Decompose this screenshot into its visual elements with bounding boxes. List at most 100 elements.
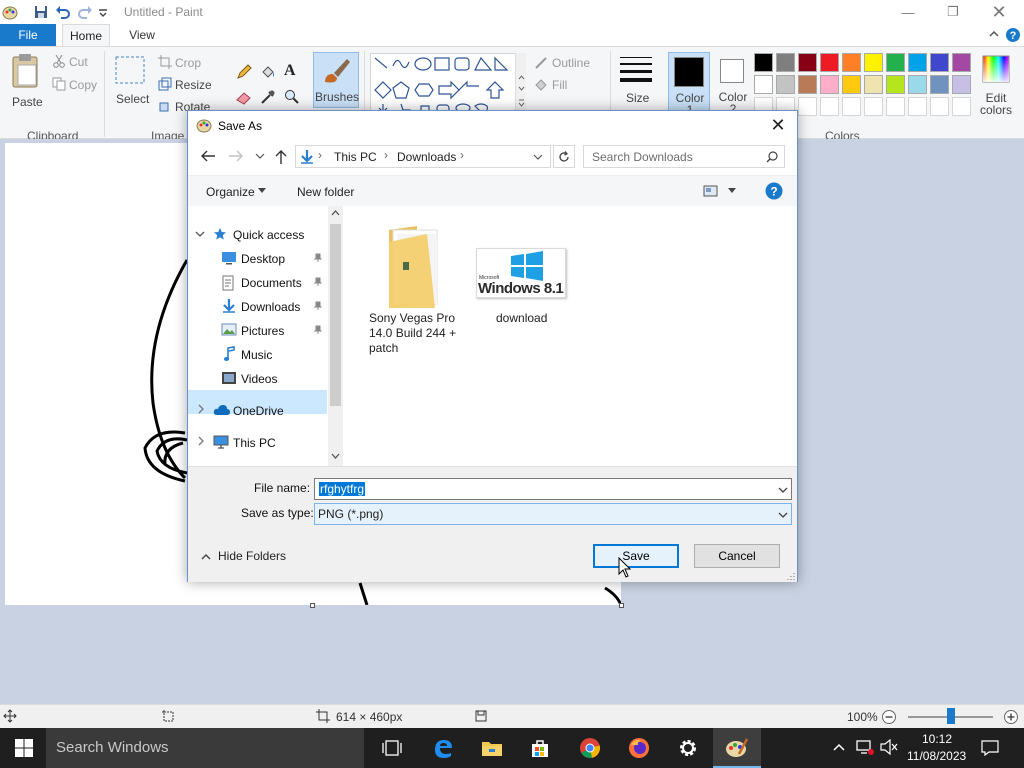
- palette-swatch[interactable]: [842, 53, 861, 72]
- scroll-down-arrow-icon[interactable]: [331, 453, 340, 459]
- dialog-help-icon[interactable]: ?: [765, 182, 783, 200]
- hide-folders-button[interactable]: Hide Folders: [218, 549, 286, 563]
- view-dropdown-icon[interactable]: [728, 188, 736, 194]
- nav-downloads[interactable]: Downloads: [241, 296, 300, 318]
- palette-swatch-empty[interactable]: [886, 97, 905, 116]
- address-dropdown-chevron-icon[interactable]: [533, 153, 543, 161]
- tab-view[interactable]: View: [120, 24, 164, 46]
- file-name-input[interactable]: rfghytfrg: [314, 478, 792, 500]
- palette-swatch-empty[interactable]: [820, 97, 839, 116]
- save-button[interactable]: Save: [593, 544, 679, 568]
- chrome-icon[interactable]: [566, 728, 614, 768]
- zoom-slider-thumb[interactable]: [946, 708, 955, 724]
- fill-bucket-icon[interactable]: [260, 64, 276, 80]
- refresh-icon[interactable]: [553, 145, 575, 168]
- paste-button[interactable]: Paste: [8, 51, 46, 123]
- edit-colors-button[interactable]: Edit colors: [976, 53, 1016, 119]
- file-name-dropdown-icon[interactable]: [778, 486, 788, 494]
- palette-swatch[interactable]: [930, 53, 949, 72]
- minimize-button[interactable]: —: [885, 0, 931, 24]
- palette-swatch[interactable]: [820, 75, 839, 94]
- palette-swatch[interactable]: [864, 75, 883, 94]
- scroll-up-arrow-icon[interactable]: [331, 210, 340, 216]
- undo-icon[interactable]: [55, 4, 71, 20]
- file-item-download[interactable]: Microsoft Windows 8.1 download: [472, 246, 568, 326]
- nav-documents[interactable]: Documents: [241, 272, 302, 294]
- expand-chevron-icon[interactable]: [195, 230, 205, 238]
- paint-taskbar-icon[interactable]: [713, 728, 761, 768]
- nav-scrollbar[interactable]: [328, 206, 343, 466]
- palette-swatch[interactable]: [798, 53, 817, 72]
- palette-swatch[interactable]: [754, 53, 773, 72]
- palette-swatch[interactable]: [886, 53, 905, 72]
- taskbar-date[interactable]: 11/08/2023: [907, 749, 966, 763]
- palette-swatch[interactable]: [908, 75, 927, 94]
- dialog-search-input[interactable]: Search Downloads: [583, 145, 785, 168]
- file-explorer-icon[interactable]: [468, 728, 516, 768]
- nav-videos[interactable]: Videos: [241, 368, 277, 390]
- taskbar-search[interactable]: Search Windows: [46, 728, 364, 768]
- color-picker-icon[interactable]: [260, 89, 276, 105]
- hide-folders-chevron-icon[interactable]: [201, 553, 211, 561]
- organize-button[interactable]: Organize: [206, 185, 255, 199]
- nav-quick-access[interactable]: Quick access: [233, 224, 304, 246]
- eraser-icon[interactable]: [236, 89, 252, 105]
- new-folder-button[interactable]: New folder: [297, 185, 354, 199]
- magnifier-icon[interactable]: [284, 89, 300, 105]
- recent-locations-chevron-icon[interactable]: [255, 152, 265, 160]
- nav-desktop[interactable]: Desktop: [241, 248, 285, 270]
- edge-icon[interactable]: [419, 728, 467, 768]
- palette-swatch[interactable]: [864, 53, 883, 72]
- customize-qat-icon[interactable]: [97, 4, 113, 20]
- organize-dropdown-icon[interactable]: [258, 188, 266, 194]
- resize-grip-icon[interactable]: [786, 571, 796, 581]
- palette-swatch[interactable]: [886, 75, 905, 94]
- back-arrow-icon[interactable]: [200, 149, 216, 163]
- forward-arrow-icon[interactable]: [228, 149, 244, 163]
- start-button[interactable]: [0, 728, 48, 768]
- palette-swatch[interactable]: [842, 75, 861, 94]
- firefox-icon[interactable]: [615, 728, 663, 768]
- color2-button[interactable]: Color 2: [714, 52, 754, 118]
- palette-swatch[interactable]: [952, 75, 971, 94]
- zoom-in-button[interactable]: [1003, 709, 1019, 725]
- palette-swatch[interactable]: [776, 53, 795, 72]
- settings-gear-icon[interactable]: [664, 728, 712, 768]
- brushes-button[interactable]: Brushes: [313, 52, 359, 108]
- dialog-close-button[interactable]: ✕: [760, 111, 796, 139]
- palette-swatch[interactable]: [930, 75, 949, 94]
- store-icon[interactable]: [516, 728, 564, 768]
- palette-swatch-empty[interactable]: [930, 97, 949, 116]
- nav-this-pc[interactable]: This PC: [233, 432, 276, 454]
- close-button[interactable]: ✕: [976, 0, 1022, 24]
- palette-swatch-empty[interactable]: [952, 97, 971, 116]
- file-item-sony-vegas[interactable]: Sony Vegas Pro 14.0 Build 244 + patch: [354, 214, 464, 356]
- collapse-ribbon-icon[interactable]: [987, 27, 1003, 43]
- save-as-type-select[interactable]: PNG (*.png): [314, 503, 792, 525]
- palette-swatch-empty[interactable]: [908, 97, 927, 116]
- notifications-icon[interactable]: [981, 740, 999, 756]
- zoom-out-button[interactable]: [881, 709, 897, 725]
- task-view-icon[interactable]: [368, 728, 416, 768]
- tab-file[interactable]: File: [0, 24, 56, 46]
- text-tool-icon[interactable]: A: [284, 62, 296, 80]
- palette-swatch[interactable]: [776, 75, 795, 94]
- help-icon[interactable]: ?: [1005, 27, 1021, 43]
- save-icon[interactable]: [33, 4, 49, 20]
- palette-swatch[interactable]: [798, 75, 817, 94]
- shapes-scroll[interactable]: [515, 53, 526, 113]
- color1-button[interactable]: Color 1: [668, 52, 710, 118]
- redo-icon[interactable]: [77, 4, 93, 20]
- expand-arrow-icon[interactable]: [197, 404, 205, 414]
- expand-arrow-icon[interactable]: [197, 436, 205, 446]
- nav-onedrive[interactable]: OneDrive: [233, 400, 284, 422]
- select-button[interactable]: Select: [114, 55, 149, 117]
- shapes-gallery[interactable]: [370, 53, 526, 114]
- show-hidden-icons-chevron-icon[interactable]: [832, 740, 846, 754]
- palette-swatch-empty[interactable]: [842, 97, 861, 116]
- palette-swatch[interactable]: [952, 53, 971, 72]
- maximize-button[interactable]: ❐: [930, 0, 976, 24]
- taskbar-time[interactable]: 10:12: [922, 732, 952, 746]
- nav-scrollbar-thumb[interactable]: [330, 224, 341, 406]
- save-as-type-dropdown-icon[interactable]: [778, 511, 788, 519]
